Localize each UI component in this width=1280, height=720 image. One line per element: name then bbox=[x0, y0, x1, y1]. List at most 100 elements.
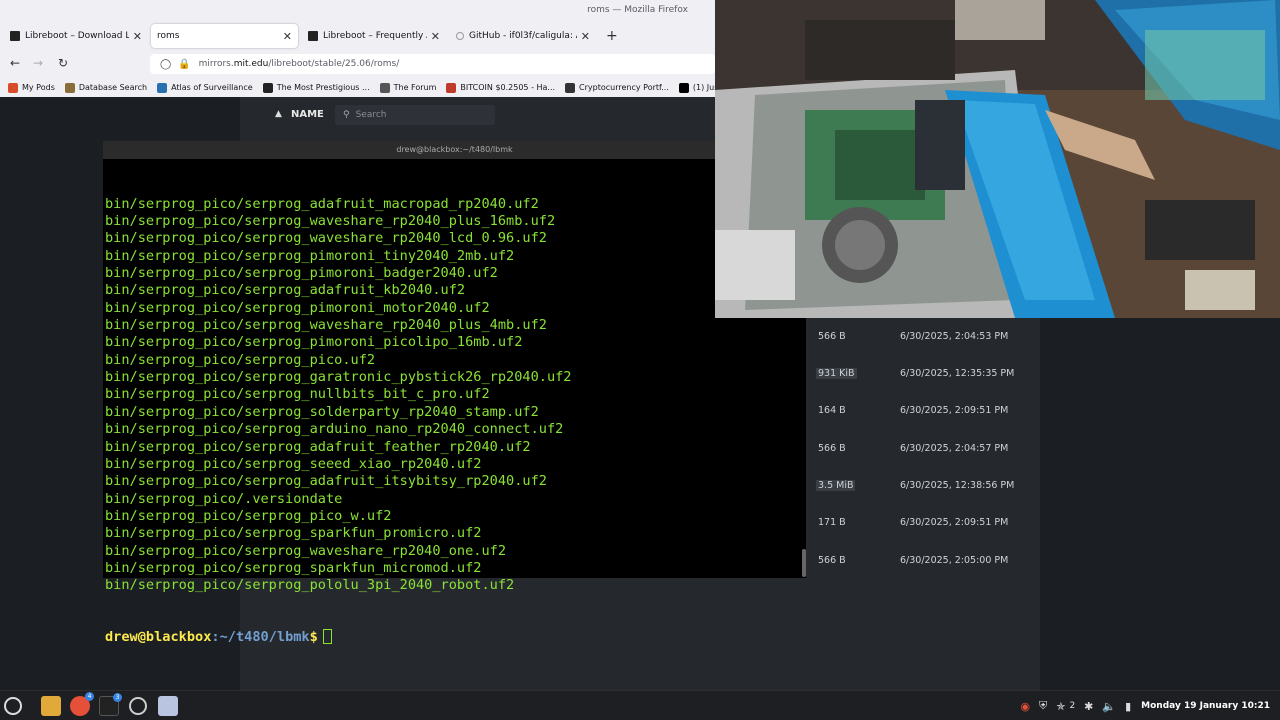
bookmarks-toolbar: My Pods Database Search Atlas of Surveilla… bbox=[0, 78, 715, 97]
bookmark-label: Atlas of Surveillance bbox=[171, 83, 253, 92]
tab-label: Libreboot – Frequently Aske bbox=[323, 31, 427, 41]
terminal-line: bin/serprog_pico/serprog_pimoroni_tiny20… bbox=[105, 247, 515, 264]
terminal-line: bin/serprog_pico/serprog_garatronic_pybs… bbox=[105, 369, 572, 386]
bookmark-label: Cryptocurrency Portf... bbox=[579, 83, 669, 92]
bookmark-favicon-icon bbox=[262, 82, 273, 93]
url-prefix: mirrors. bbox=[198, 59, 234, 69]
bookmark-item[interactable]: The Forum bbox=[379, 82, 436, 93]
terminal-line: bin/serprog_pico/serprog_adafruit_feathe… bbox=[105, 438, 531, 455]
file-date: 6/30/2025, 2:05:00 PM bbox=[900, 555, 1009, 566]
prompt-user: drew@blackbox bbox=[105, 629, 212, 646]
search-placeholder: Search bbox=[355, 110, 387, 120]
terminal-line: bin/serprog_pico/serprog_waveshare_rp204… bbox=[105, 542, 507, 559]
file-size: 566 B bbox=[818, 443, 846, 454]
bookmark-label: The Most Prestigious ... bbox=[276, 83, 370, 92]
terminal-icon[interactable]: 3 bbox=[99, 693, 122, 716]
close-tab-icon[interactable]: ✕ bbox=[581, 30, 590, 43]
lock-icon[interactable]: 🔒 bbox=[178, 59, 190, 70]
volume-icon[interactable]: 🔈 bbox=[1102, 700, 1116, 713]
terminal-window[interactable]: drew@blackbox:~/t480/lbmk bin/serprog_pi… bbox=[103, 141, 806, 645]
file-date: 6/30/2025, 2:04:53 PM bbox=[900, 331, 1009, 342]
back-arrow-icon[interactable]: ← bbox=[10, 56, 20, 70]
file-size: 171 B bbox=[818, 517, 846, 528]
firefox-icon[interactable]: 4 bbox=[70, 692, 94, 716]
file-size: 566 B bbox=[818, 555, 846, 566]
bookmark-favicon-icon bbox=[678, 82, 689, 93]
bookmark-label: (1) Jus bbox=[692, 83, 715, 92]
battery-icon[interactable]: ▮ bbox=[1125, 700, 1131, 713]
terminal-scrollbar[interactable] bbox=[802, 549, 806, 577]
terminal-line: bin/serprog_pico/serprog_solderparty_rp2… bbox=[105, 403, 539, 420]
sort-up-icon[interactable]: ▲ bbox=[275, 109, 282, 119]
terminal-window-count: 3 bbox=[113, 693, 122, 702]
url-bar[interactable]: ◯ 🔒 mirrors. mit.edu/libreboot/stable/25.… bbox=[150, 54, 715, 74]
terminal-line: bin/serprog_pico/serprog_arduino_nano_rp… bbox=[105, 421, 564, 438]
terminal-title: drew@blackbox:~/t480/lbmk bbox=[103, 141, 806, 159]
workspace-number[interactable]: 2 bbox=[1069, 701, 1075, 711]
tab-libreboot-download[interactable]: Libreboot – Download Libre ✕ bbox=[4, 24, 148, 48]
bookmark-label: BITCOIN $0.2505 - Ha... bbox=[460, 83, 556, 92]
file-size: 164 B bbox=[818, 405, 846, 416]
terminal-output[interactable]: bin/serprog_pico/serprog_adafruit_macrop… bbox=[105, 161, 795, 681]
firefox-window: roms — Mozilla Firefox Libreboot – Downl… bbox=[0, 0, 715, 97]
tab-libreboot-faq[interactable]: Libreboot – Frequently Aske ✕ bbox=[302, 24, 446, 48]
terminal-cursor bbox=[322, 629, 332, 645]
bookmark-item[interactable]: My Pods bbox=[8, 82, 55, 93]
bookmark-item[interactable]: Atlas of Surveillance bbox=[157, 82, 253, 93]
files-icon[interactable] bbox=[41, 696, 61, 716]
close-tab-icon[interactable]: ✕ bbox=[283, 30, 292, 43]
terminal-line: bin/serprog_pico/serprog_nullbits_bit_c_… bbox=[105, 386, 490, 403]
close-tab-icon[interactable]: ✕ bbox=[133, 30, 142, 43]
desktop: ▲ NAME ⚲ Search 566 B6/30/2025, 2:04:48 … bbox=[0, 0, 1280, 720]
file-size: 566 B bbox=[818, 331, 846, 342]
column-name-header[interactable]: NAME bbox=[291, 109, 324, 120]
obs-icon[interactable] bbox=[129, 697, 147, 715]
prompt-path: :~/t480/lbmk bbox=[211, 629, 310, 646]
tracking-shield-icon[interactable]: ◯ bbox=[160, 59, 171, 70]
title-bar: roms — Mozilla Firefox bbox=[0, 0, 715, 22]
terminal-line: bin/serprog_pico/serprog_waveshare_rp204… bbox=[105, 230, 547, 247]
tab-roms[interactable]: roms ✕ bbox=[151, 24, 298, 48]
tab-label: GitHub - if0l3f/caligula: A us bbox=[469, 31, 577, 41]
file-size: 3.5 MiB bbox=[816, 480, 856, 491]
new-tab-button[interactable]: + bbox=[606, 28, 618, 44]
shield-icon[interactable]: ⛨ bbox=[1039, 699, 1047, 713]
bookmark-label: Database Search bbox=[78, 83, 148, 92]
clock[interactable]: Monday 19 January 10:21 bbox=[1141, 701, 1270, 711]
file-date: 6/30/2025, 2:09:51 PM bbox=[900, 517, 1009, 528]
bookmark-item[interactable]: (1) Jus bbox=[678, 82, 715, 93]
terminal-line: bin/serprog_pico/serprog_pico.uf2 bbox=[105, 351, 376, 368]
bookmark-favicon-icon bbox=[565, 82, 576, 93]
reload-icon[interactable]: ↻ bbox=[58, 56, 68, 70]
start-menu-icon[interactable] bbox=[4, 697, 22, 715]
bookmark-item[interactable]: The Most Prestigious ... bbox=[262, 82, 370, 93]
taskbar: 4 3 ◉ ⛨ ✯ 2 ✱ 🔈 ▮ Monday 19 January 10:2… bbox=[0, 690, 1280, 720]
terminal-line: bin/serprog_pico/serprog_pololu_3pi_2040… bbox=[105, 577, 515, 594]
prompt-symbol: $ bbox=[309, 629, 318, 646]
file-date: 6/30/2025, 2:09:51 PM bbox=[900, 405, 1009, 416]
terminal-line: bin/serprog_pico/serprog_sparkfun_promic… bbox=[105, 525, 482, 542]
record-icon[interactable]: ◉ bbox=[1020, 700, 1030, 713]
tab-label: Libreboot – Download Libre bbox=[25, 31, 129, 41]
close-tab-icon[interactable]: ✕ bbox=[431, 30, 440, 43]
bookmark-item[interactable]: BITCOIN $0.2505 - Ha... bbox=[446, 82, 556, 93]
text-editor-icon[interactable] bbox=[158, 696, 178, 716]
terminal-line: bin/serprog_pico/.versiondate bbox=[105, 490, 343, 507]
terminal-line: bin/serprog_pico/serprog_waveshare_rp204… bbox=[105, 213, 556, 230]
bookmark-favicon-icon bbox=[8, 82, 18, 93]
bookmark-item[interactable]: Cryptocurrency Portf... bbox=[565, 82, 669, 93]
terminal-line: bin/serprog_pico/serprog_pimoroni_motor2… bbox=[105, 299, 490, 316]
terminal-prompt[interactable]: drew@blackbox:~/t480/lbmk$ bbox=[105, 629, 795, 646]
terminal-line: bin/serprog_pico/serprog_adafruit_macrop… bbox=[105, 195, 539, 212]
system-tray: ◉ ⛨ ✯ 2 ✱ 🔈 ▮ Monday 19 January 10:21 bbox=[1011, 691, 1270, 720]
bookmark-item[interactable]: Database Search bbox=[64, 82, 148, 93]
network-icon[interactable]: ✯ bbox=[1056, 700, 1065, 713]
url-domain: mit.edu bbox=[233, 59, 269, 69]
tab-github-caligula[interactable]: GitHub - if0l3f/caligula: A us ✕ bbox=[450, 24, 596, 48]
forward-arrow-icon[interactable]: → bbox=[33, 56, 43, 70]
github-favicon-icon bbox=[456, 32, 464, 40]
search-input[interactable]: ⚲ Search bbox=[335, 105, 495, 125]
bluetooth-icon[interactable]: ✱ bbox=[1084, 700, 1093, 713]
bookmark-favicon-icon bbox=[157, 82, 168, 93]
terminal-line: bin/serprog_pico/serprog_pimoroni_badger… bbox=[105, 265, 498, 282]
